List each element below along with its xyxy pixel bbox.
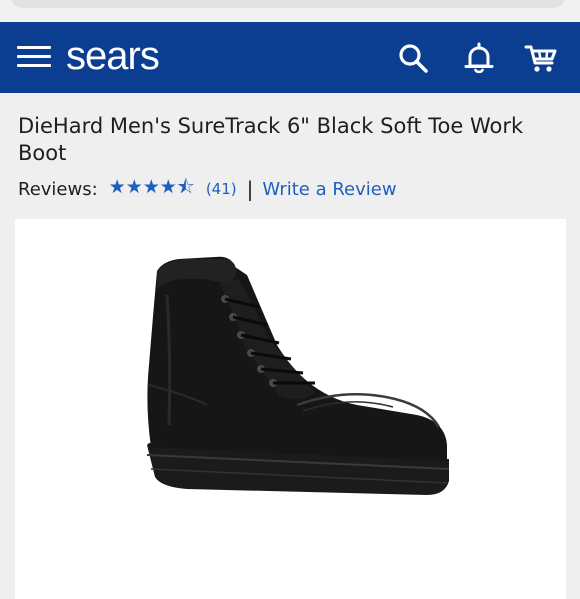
hamburger-menu-icon[interactable] [17, 46, 51, 68]
site-header: sears [0, 22, 580, 93]
reviews-label: Reviews: [18, 178, 98, 200]
cart-icon[interactable] [524, 41, 558, 75]
star-rating-icon[interactable]: ★★★★⯪ [109, 173, 195, 205]
product-title: DieHard Men's SureTrack 6" Black Soft To… [18, 114, 524, 165]
divider: | [246, 177, 254, 201]
reviews-row: Reviews: ★★★★⯪ (41) | Write a Review [18, 176, 397, 201]
write-review-link[interactable]: Write a Review [262, 179, 396, 200]
search-bar-edge[interactable] [10, 0, 566, 8]
search-icon[interactable] [396, 41, 430, 75]
sears-logo[interactable]: sears [66, 34, 160, 78]
top-search-bar-remnant [0, 0, 580, 22]
bell-icon[interactable] [462, 41, 496, 75]
review-count[interactable]: (41) [206, 180, 237, 198]
product-image-card[interactable] [15, 219, 566, 599]
work-boot-image[interactable] [127, 255, 457, 515]
product-content: DieHard Men's SureTrack 6" Black Soft To… [0, 93, 580, 599]
